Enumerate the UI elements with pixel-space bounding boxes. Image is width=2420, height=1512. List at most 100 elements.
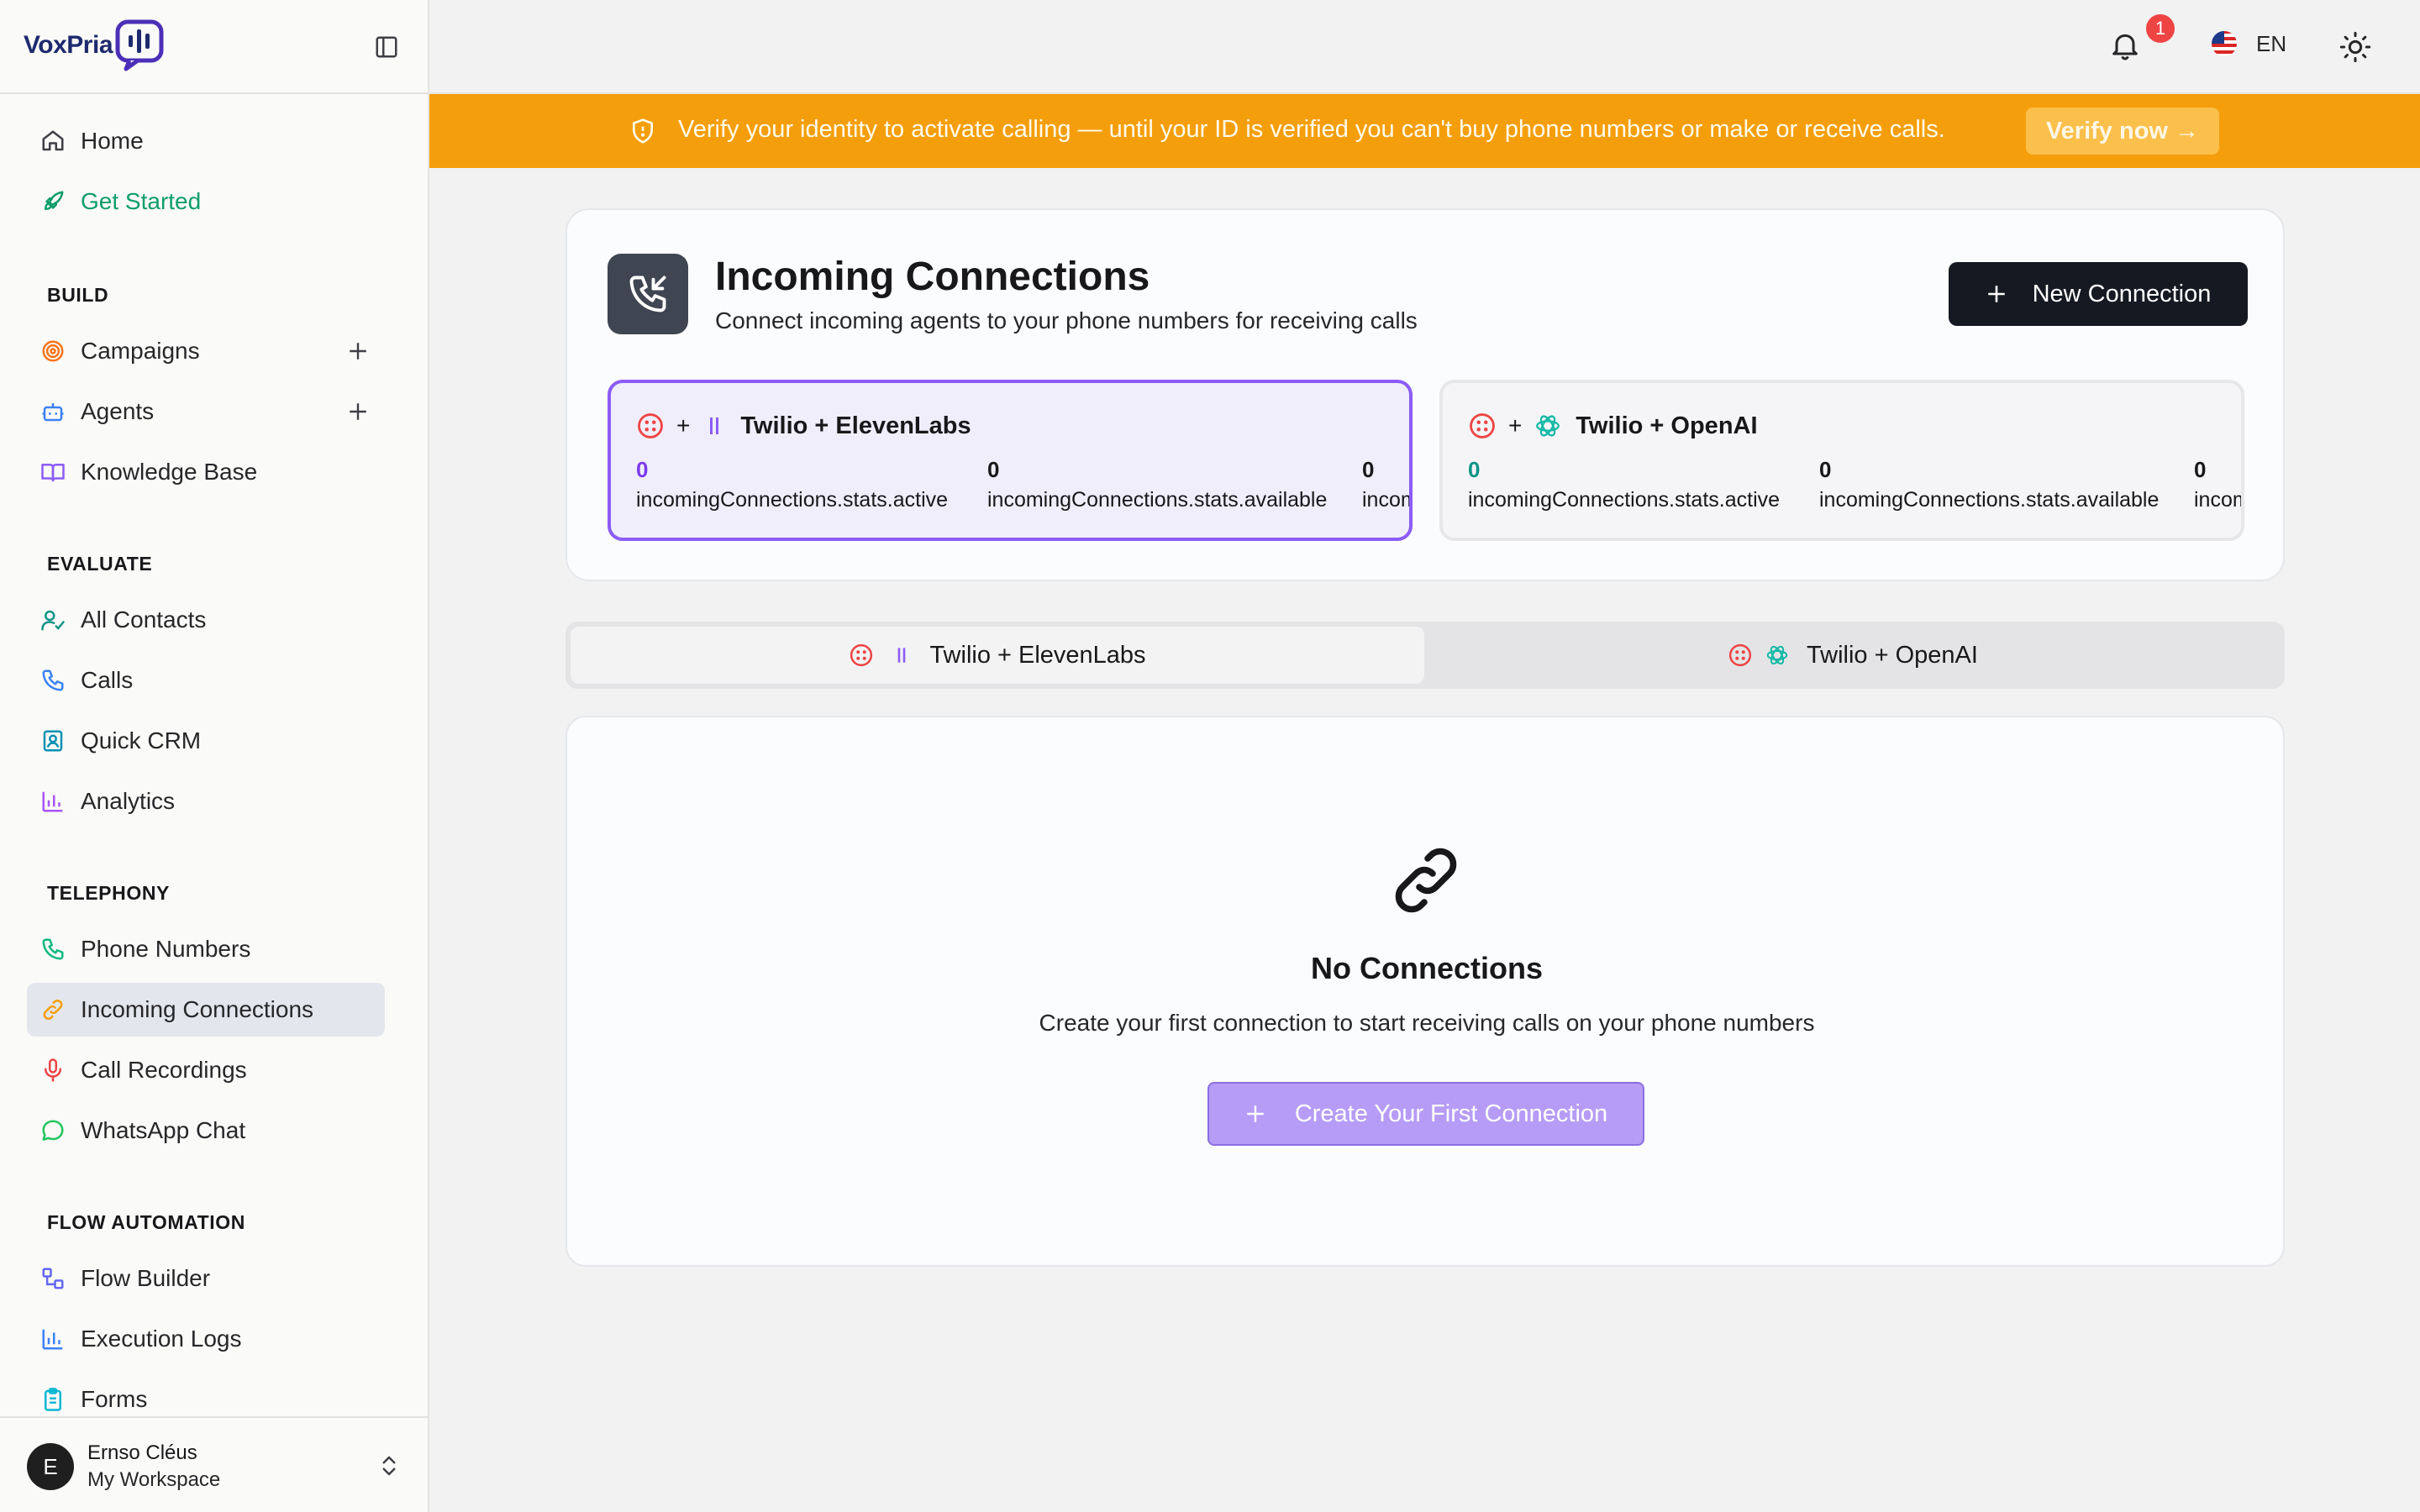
us-flag-icon (2211, 30, 2238, 57)
provider-card-twilio-elevenlabs[interactable]: + Twilio + ElevenLabs 0 incomingConnecti… (608, 380, 1413, 541)
stat-available: 0 incomingConnections.stats.available (987, 457, 1327, 512)
bell-icon[interactable] (2108, 29, 2142, 62)
sidebar-item-forms[interactable]: Forms (27, 1373, 385, 1416)
sidebar-item-execution-logs[interactable]: Execution Logs (27, 1312, 385, 1366)
provider-name: Twilio + OpenAI (1576, 412, 1758, 439)
sidebar-item-all-contacts[interactable]: All Contacts (27, 593, 385, 647)
new-connection-button[interactable]: New Connection (1949, 262, 2248, 326)
tab-label: Twilio + ElevenLabs (929, 641, 1146, 669)
notification-badge: 1 (2144, 12, 2177, 45)
mic-icon (39, 1056, 67, 1084)
sidebar-item-incoming-connections[interactable]: Incoming Connections (27, 983, 385, 1037)
sidebar-item-label: Phone Numbers (81, 936, 251, 962)
empty-state-title: No Connections (1311, 951, 1543, 985)
language-switcher[interactable]: EN (2211, 30, 2286, 57)
language-label: EN (2256, 30, 2287, 56)
sun-icon[interactable] (2338, 30, 2372, 64)
plus-icon (1986, 283, 2007, 305)
bot-icon (39, 397, 67, 426)
section-title-flow-automation: FLOW AUTOMATION (47, 1211, 245, 1233)
create-first-connection-button[interactable]: Create Your First Connection (1207, 1082, 1644, 1146)
sidebar-item-quick-crm[interactable]: Quick CRM (27, 714, 385, 768)
book-icon (39, 458, 67, 486)
sidebar-item-home[interactable]: Home (27, 114, 385, 168)
bar-chart-icon (39, 1325, 67, 1353)
stat-active: 0 incomingConnections.stats.active (636, 457, 948, 512)
workspace-name: My Workspace (87, 1468, 221, 1491)
phone-icon (39, 935, 67, 963)
stat-active: 0 incomingConnections.stats.active (1468, 457, 1780, 512)
stat-label: incomingConnections.stats.agents (2194, 488, 2241, 512)
stat-agents: 0 incomingConnections.stats.agents (1362, 457, 1409, 512)
sidebar-header: VoxPria (0, 0, 428, 94)
openai-icon (1534, 412, 1562, 440)
elevenlabs-icon (891, 644, 913, 666)
phone-incoming-icon (608, 254, 688, 334)
sidebar-item-get-started[interactable]: Get Started (27, 175, 385, 228)
logo[interactable]: VoxPria (24, 18, 166, 72)
sidebar-item-label: Forms (81, 1386, 148, 1412)
sidebar-item-call-recordings[interactable]: Call Recordings (27, 1043, 385, 1097)
tab-label: Twilio + OpenAI (1807, 641, 1978, 669)
stat-value: 0 (1362, 457, 1375, 482)
stat-label: incomingConnections.stats.agents (1362, 488, 1409, 512)
new-connection-label: New Connection (2032, 280, 2212, 307)
stat-agents: 0 incomingConnections.stats.agents (2194, 457, 2241, 512)
contact-card-icon (39, 727, 67, 755)
workflow-icon (39, 1264, 67, 1293)
sidebar-item-phone-numbers[interactable]: Phone Numbers (27, 922, 385, 976)
sidebar-item-flow-builder[interactable]: Flow Builder (27, 1252, 385, 1305)
sidebar: VoxPria Home Get Started BUILD Campaigns… (0, 0, 429, 1512)
add-campaign-icon[interactable] (343, 336, 373, 366)
sidebar-item-analytics[interactable]: Analytics (27, 774, 385, 828)
verification-banner: Verify your identity to activate calling… (429, 94, 2420, 168)
add-agent-icon[interactable] (343, 396, 373, 427)
sidebar-item-agents[interactable]: Agents (27, 385, 385, 438)
sidebar-item-label: Campaigns (81, 338, 200, 364)
provider-tabs: Twilio + ElevenLabs Twilio + OpenAI (566, 622, 2285, 689)
stat-label: incomingConnections.stats.active (1468, 488, 1781, 512)
verify-now-button[interactable]: Verify now → (2026, 108, 2219, 155)
plus-icon (1244, 1103, 1266, 1125)
topbar: 1 EN (429, 0, 2420, 94)
empty-state-subtitle: Create your first connection to start re… (1039, 1010, 1815, 1036)
user-menu[interactable]: E Ernso Cléus My Workspace (0, 1416, 428, 1512)
sidebar-item-whatsapp-chat[interactable]: WhatsApp Chat (27, 1104, 385, 1158)
sidebar-item-label: Incoming Connections (81, 996, 314, 1022)
sidebar-item-label: Execution Logs (81, 1326, 242, 1352)
elevenlabs-icon (702, 413, 727, 438)
sidebar-item-label: Agents (81, 398, 155, 424)
empty-state: No Connections Create your first connect… (566, 716, 2285, 1267)
tab-twilio-openai[interactable]: Twilio + OpenAI (1426, 627, 2280, 684)
sidebar-item-label: Call Recordings (81, 1057, 247, 1083)
sidebar-item-label: Calls (81, 667, 134, 693)
provider-name: Twilio + ElevenLabs (740, 412, 971, 439)
sidebar-item-label: WhatsApp Chat (81, 1117, 246, 1143)
section-title-build: BUILD (47, 284, 109, 306)
stat-value: 0 (1468, 457, 1481, 482)
stat-label: incomingConnections.stats.available (987, 488, 1328, 512)
logo-text: VoxPria (24, 31, 113, 59)
stat-value: 0 (636, 457, 649, 482)
logo-speech-icon (114, 18, 166, 72)
sidebar-item-calls[interactable]: Calls (27, 654, 385, 707)
sidebar-toggle-icon[interactable] (370, 30, 403, 64)
rocket-icon (39, 187, 67, 216)
stat-value: 0 (2194, 457, 2207, 482)
sidebar-item-label: Knowledge Base (81, 459, 258, 485)
sidebar-item-label: Get Started (81, 188, 202, 214)
user-name: Ernso Cléus (87, 1441, 197, 1464)
link-icon (39, 995, 67, 1024)
sidebar-nav: Home Get Started BUILD Campaigns Agents … (0, 94, 428, 1416)
shield-alert-icon (629, 118, 656, 144)
sidebar-item-knowledge-base[interactable]: Knowledge Base (27, 445, 385, 499)
provider-card-twilio-openai[interactable]: + Twilio + OpenAI 0 incomingConnections.… (1439, 380, 2244, 541)
sidebar-item-campaigns[interactable]: Campaigns (27, 324, 385, 378)
sidebar-item-label: Flow Builder (81, 1265, 211, 1291)
page-title: Incoming Connections (715, 255, 1150, 299)
target-icon (39, 337, 67, 365)
tab-twilio-elevenlabs[interactable]: Twilio + ElevenLabs (571, 627, 1424, 684)
stat-label: incomingConnections.stats.active (636, 488, 949, 512)
stat-available: 0 incomingConnections.stats.available (1819, 457, 2159, 512)
chevron-up-down-icon[interactable] (376, 1452, 402, 1480)
